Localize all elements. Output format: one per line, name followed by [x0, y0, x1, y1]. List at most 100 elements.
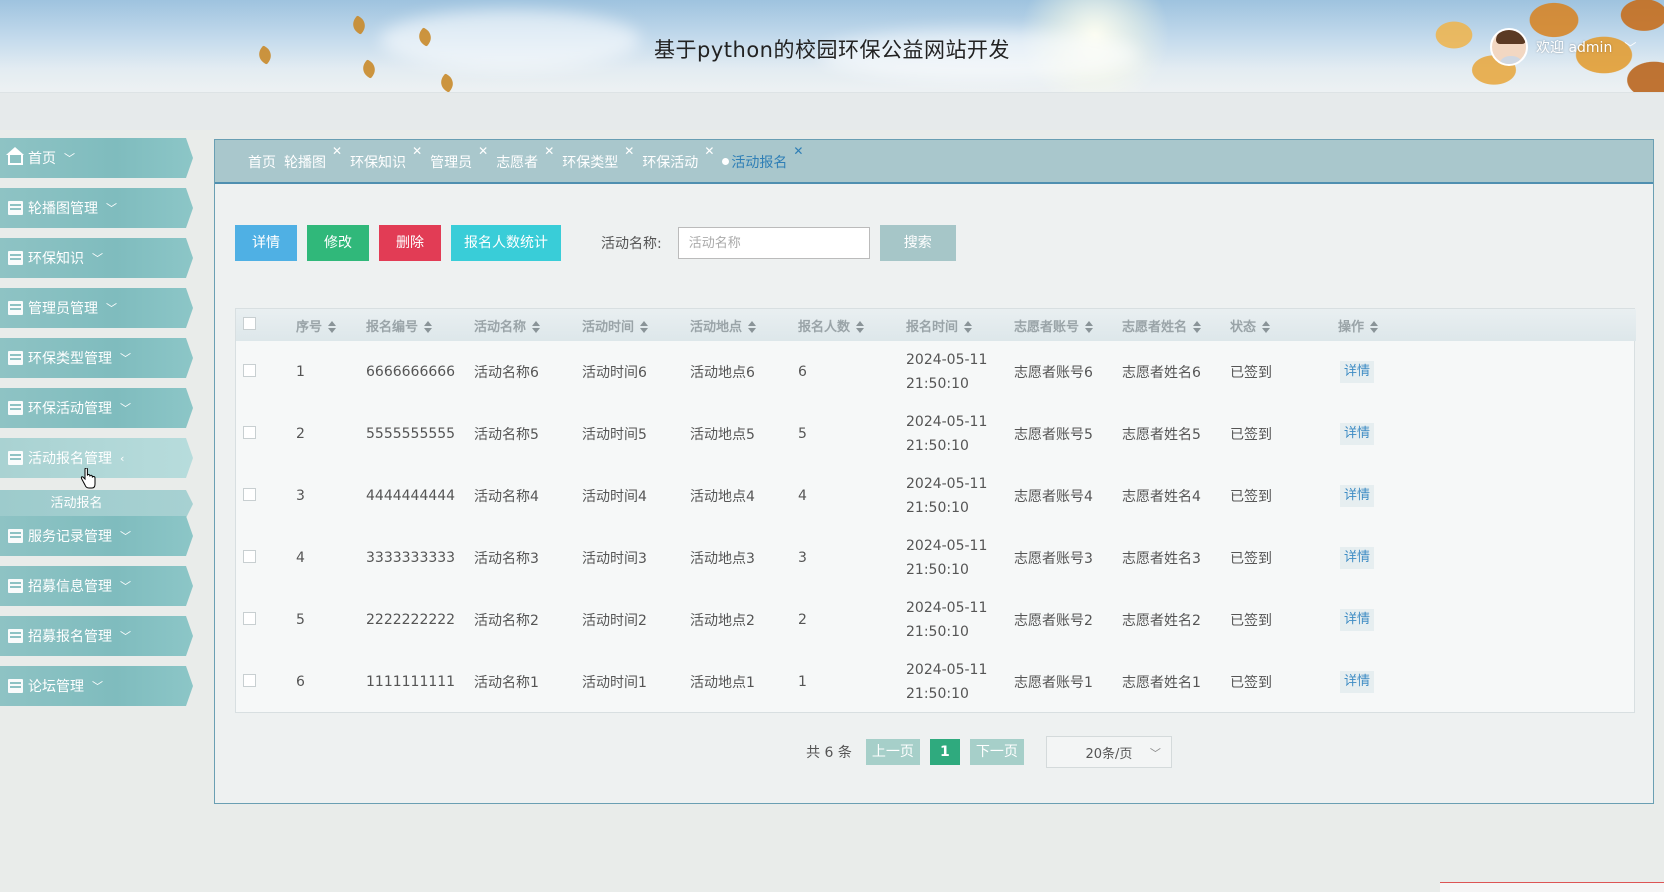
column-header[interactable]: 活动地点 [690, 309, 798, 341]
edit-button[interactable]: 修改 [307, 225, 369, 261]
sidebar-item-activities[interactable]: 环保活动管理 ﹀ [0, 388, 193, 428]
sidebar-item-admins[interactable]: 管理员管理 ﹀ [0, 288, 193, 328]
cell-name: 活动名称2 [474, 613, 539, 629]
column-header[interactable]: 志愿者账号 [1014, 309, 1122, 341]
cell-code: 5555555555 [366, 426, 456, 442]
column-header[interactable]: 序号 [296, 309, 366, 341]
cell-account: 志愿者账号1 [1014, 675, 1093, 691]
list-icon [8, 579, 23, 593]
close-icon[interactable]: ✕ [793, 144, 803, 158]
cell-name: 活动名称4 [474, 489, 539, 505]
column-header[interactable]: 操作 [1338, 309, 1636, 341]
row-checkbox[interactable] [243, 549, 256, 563]
close-icon[interactable]: ✕ [412, 144, 422, 158]
book-icon [8, 251, 23, 265]
welcome-text[interactable]: 欢迎 admin [1536, 37, 1612, 57]
close-icon[interactable]: ✕ [478, 144, 488, 158]
tab-volunteer[interactable]: 志愿者 ✕ [496, 144, 554, 172]
chevron-down-icon: ﹀ [1149, 747, 1161, 760]
column-header[interactable]: 活动名称 [474, 309, 582, 341]
search-input[interactable] [677, 227, 870, 259]
cell-name: 活动名称3 [474, 551, 539, 567]
row-checkbox[interactable] [243, 611, 256, 625]
prev-page-button[interactable]: 上一页 [865, 739, 920, 765]
avatar[interactable] [1490, 28, 1528, 66]
main-panel: 首页 轮播图 ✕ 环保知识 ✕ 管理员 ✕ 志愿者 ✕ 环保类型 ✕ 环保活动 … [214, 139, 1654, 804]
row-checkbox[interactable] [243, 363, 256, 377]
tab-activity[interactable]: 环保活动 ✕ [642, 144, 714, 172]
chevron-down-icon: ﹀ [106, 302, 117, 315]
cell-code: 6666666666 [366, 364, 456, 380]
page-size-value: 20条/页 [1085, 746, 1133, 762]
sidebar-item-service-records[interactable]: 服务记录管理 ﹀ [0, 516, 193, 556]
delete-button[interactable]: 删除 [379, 225, 441, 261]
cell-name: 活动名称6 [474, 365, 539, 381]
detail-button[interactable]: 详情 [235, 225, 297, 261]
cell-account: 志愿者账号3 [1014, 551, 1093, 567]
sidebar-item-recruit-info[interactable]: 招募信息管理 ﹀ [0, 566, 193, 606]
sidebar-item-home[interactable]: 首页 ﹀ [0, 138, 193, 178]
close-icon[interactable]: ✕ [624, 144, 634, 158]
column-header[interactable]: 报名编号 [366, 309, 474, 341]
row-detail-button[interactable]: 详情 [1340, 361, 1375, 383]
next-page-button[interactable]: 下一页 [969, 739, 1024, 765]
sidebar-item-forum[interactable]: 论坛管理 ﹀ [0, 666, 193, 706]
cell-no: 3 [296, 488, 305, 504]
submenu-item-signup[interactable]: 活动报名 [0, 490, 193, 518]
table-row[interactable]: 2 5555555555 活动名称5 活动时间5 活动地点5 5 2024-05-11 21… [236, 403, 1636, 465]
close-icon[interactable]: ✕ [704, 144, 714, 158]
chevron-down-icon[interactable]: ﹀ [1624, 39, 1636, 56]
row-detail-button[interactable]: 详情 [1340, 485, 1375, 507]
column-header[interactable]: 报名人数 [798, 309, 906, 341]
cell-code: 1111111111 [366, 674, 456, 690]
page-number-current[interactable]: 1 [929, 739, 960, 765]
user-menu[interactable]: 欢迎 admin ﹀ [1490, 28, 1636, 66]
briefcase-icon [8, 401, 23, 415]
column-header[interactable]: 报名时间 [906, 309, 1014, 341]
row-detail-button[interactable]: 详情 [1340, 423, 1375, 445]
row-detail-button[interactable]: 详情 [1340, 671, 1375, 693]
chevron-down-icon: ﹀ [120, 402, 131, 415]
column-header[interactable]: 状态 [1230, 309, 1338, 341]
tab-label: 活动报名 [731, 155, 788, 171]
table-row[interactable]: 3 4444444444 活动名称4 活动时间4 活动地点4 4 2024-05-11 21… [236, 465, 1636, 527]
table-row[interactable]: 5 2222222222 活动名称2 活动时间2 活动地点2 2 2024-05-11 21… [236, 589, 1636, 651]
row-detail-button[interactable]: 详情 [1340, 609, 1375, 631]
tab-knowledge[interactable]: 环保知识 ✕ [350, 144, 422, 172]
close-icon[interactable]: ✕ [544, 144, 554, 158]
tab-type[interactable]: 环保类型 ✕ [562, 144, 634, 172]
cell-place: 活动地点3 [690, 551, 755, 567]
signup-stats-button[interactable]: 报名人数统计 [451, 225, 561, 261]
sidebar-item-types[interactable]: 环保类型管理 ﹀ [0, 338, 193, 378]
select-all-checkbox[interactable] [243, 316, 256, 330]
hand-cursor-icon [80, 468, 96, 489]
table-row[interactable]: 4 3333333333 活动名称3 活动时间3 活动地点3 3 2024-05-11 21… [236, 527, 1636, 589]
tab-home[interactable]: 首页 [248, 150, 276, 172]
cell-no: 5 [296, 612, 305, 628]
tab-signup[interactable]: 活动报名 ✕ [722, 144, 803, 172]
sidebar-item-label: 论坛管理 [28, 679, 84, 695]
tab-admin[interactable]: 管理员 ✕ [430, 144, 488, 172]
cell-vname: 志愿者姓名1 [1122, 675, 1201, 691]
sidebar-item-carousel[interactable]: 轮播图管理 ﹀ [0, 188, 193, 228]
sidebar-item-signups[interactable]: 活动报名管理 ‹ [0, 438, 193, 478]
column-header[interactable]: 志愿者姓名 [1122, 309, 1230, 341]
row-detail-button[interactable]: 详情 [1340, 547, 1375, 569]
sort-icon [328, 321, 337, 333]
sidebar-item-recruit-signup[interactable]: 招募报名管理 ﹀ [0, 616, 193, 656]
row-checkbox[interactable] [243, 487, 256, 501]
sidebar-item-knowledge[interactable]: 环保知识 ﹀ [0, 238, 193, 278]
tab-carousel[interactable]: 轮播图 ✕ [284, 144, 342, 172]
row-checkbox[interactable] [243, 673, 256, 687]
page-size-select[interactable]: 20条/页 ﹀ [1045, 736, 1172, 768]
table-row[interactable]: 1 6666666666 活动名称6 活动时间6 活动地点6 6 2024-05-11 21… [236, 341, 1636, 403]
chat-icon [8, 679, 23, 693]
column-header[interactable]: 活动时间 [582, 309, 690, 341]
row-checkbox[interactable] [243, 425, 256, 439]
close-icon[interactable]: ✕ [332, 144, 342, 158]
cell-time: 活动时间6 [582, 365, 647, 381]
total-count: 共 6 条 [806, 745, 852, 761]
search-button[interactable]: 搜索 [879, 225, 956, 261]
table-row[interactable]: 6 1111111111 活动名称1 活动时间1 活动地点1 1 2024-05-11 21… [236, 651, 1636, 713]
site-header: 基于python的校园环保公益网站开发 欢迎 admin ﹀ [0, 0, 1664, 92]
